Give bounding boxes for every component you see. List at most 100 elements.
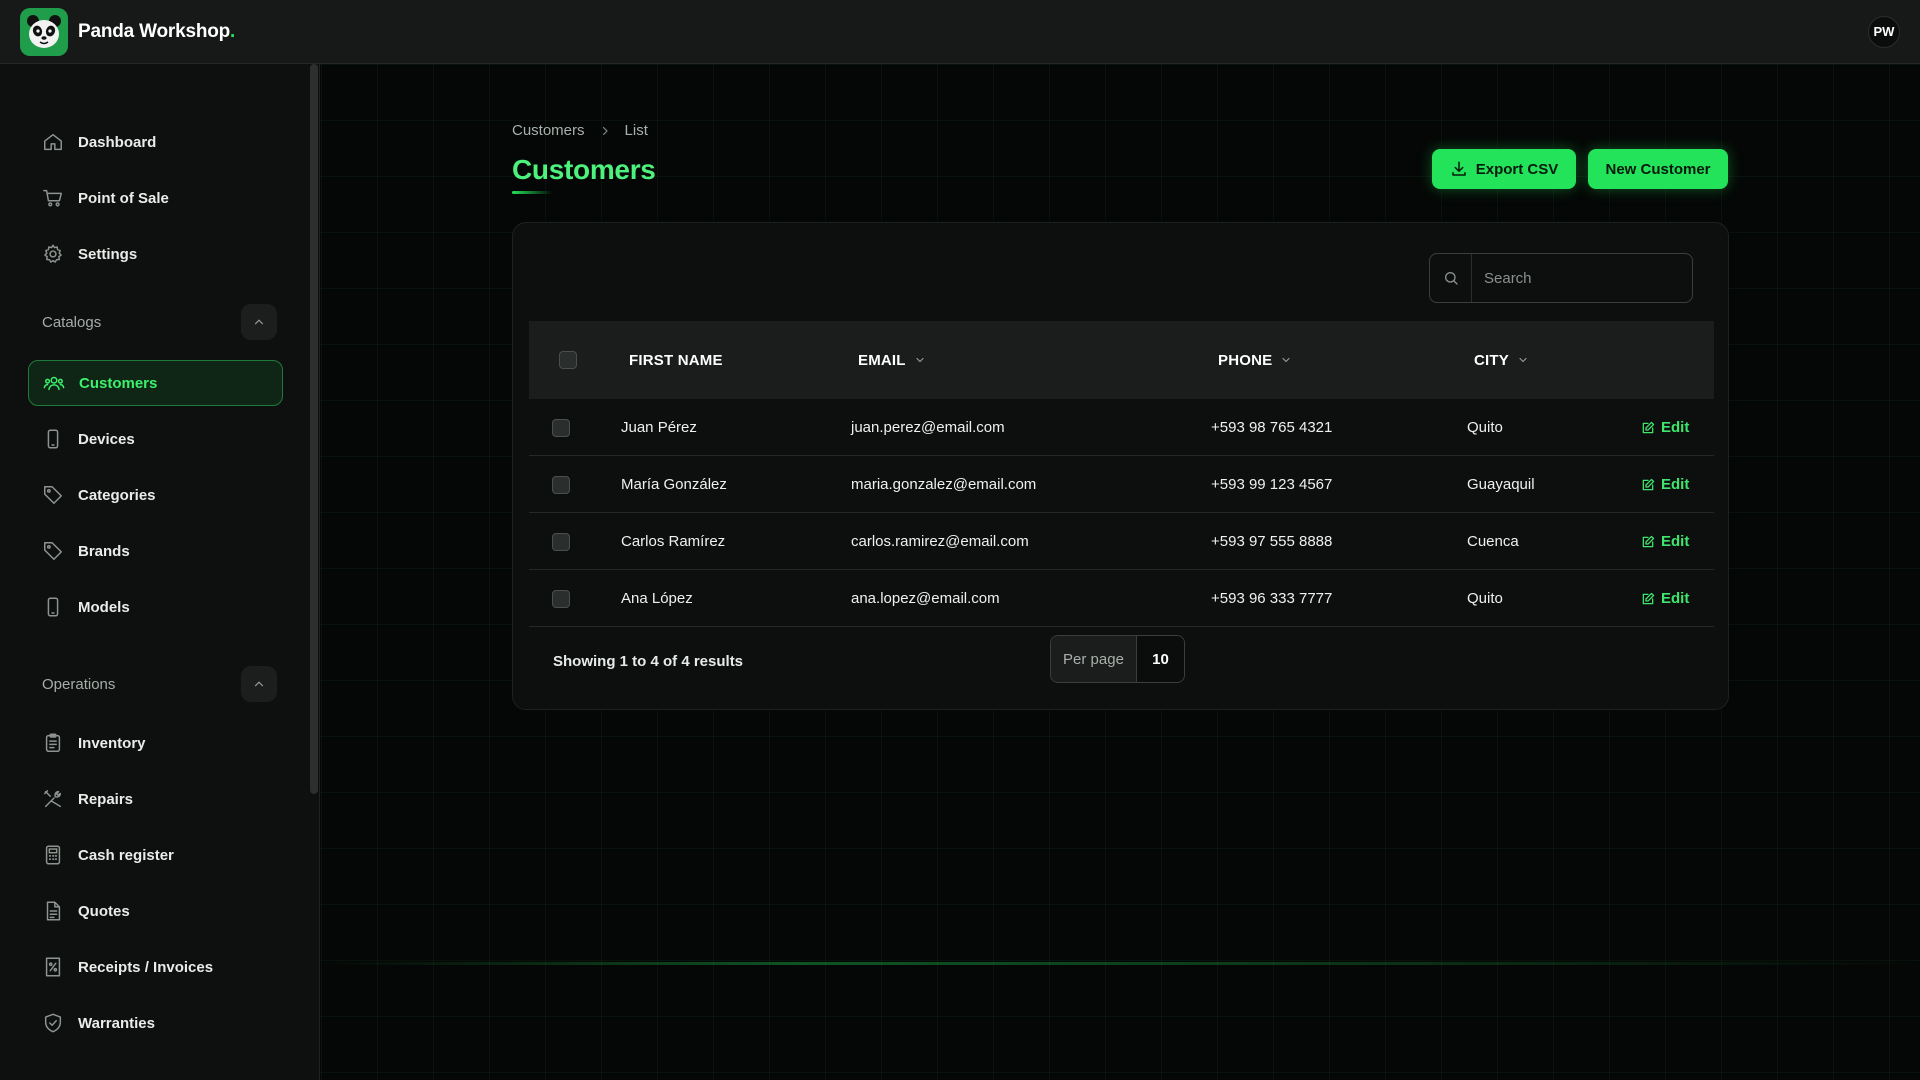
sidebar-item-label: Brands: [78, 542, 130, 560]
export-csv-label: Export CSV: [1475, 160, 1559, 178]
title-underline: [512, 191, 552, 194]
first-name-cell: María González: [621, 476, 727, 493]
row-checkbox[interactable]: [552, 532, 570, 551]
row-checkbox-cell: [552, 399, 570, 456]
edit-cell: Edit: [1641, 456, 1689, 513]
sidebar-item-warranties[interactable]: Warranties: [28, 1000, 283, 1046]
catalogs-section-header[interactable]: Catalogs: [42, 304, 277, 340]
section-label: Catalogs: [42, 313, 102, 331]
column-header-first-name: FIRST NAME: [629, 352, 723, 369]
brand[interactable]: Panda Workshop.: [20, 7, 235, 56]
section-label: Operations: [42, 675, 116, 693]
sidebar-item-receipts-invoices[interactable]: Receipts / Invoices: [28, 944, 283, 990]
per-page-value[interactable]: 10: [1136, 636, 1184, 682]
sidebar: Dashboard Point of Sale Settings Catalog…: [0, 64, 320, 1080]
chevron-up-icon: [254, 681, 264, 687]
sidebar-item-label: Dashboard: [78, 133, 157, 151]
select-all-checkbox-cell: [559, 351, 577, 369]
sidebar-item-label: Models: [78, 598, 130, 616]
sidebar-item-inventory[interactable]: Inventory: [28, 720, 283, 766]
edit-cell: Edit: [1641, 513, 1689, 570]
sidebar-item-label: Receipts / Invoices: [78, 958, 214, 976]
export-csv-button[interactable]: Export CSV: [1432, 149, 1576, 189]
city-cell: Guayaquil: [1467, 476, 1535, 493]
gear-icon: [44, 244, 62, 263]
sidebar-scrollbar[interactable]: [310, 64, 318, 794]
collapse-operations-button[interactable]: [241, 666, 277, 702]
sidebar-item-label: Warranties: [78, 1014, 155, 1032]
clipboard-icon: [45, 733, 61, 752]
breadcrumb-link-customers[interactable]: Customers: [512, 122, 585, 139]
row-checkbox[interactable]: [552, 418, 570, 437]
customers-table-card: FIRST NAME EMAIL PHONE CITY Juan Pé: [512, 222, 1729, 710]
table-row: María González maria.gonzalez@email.com …: [529, 456, 1714, 513]
email-cell: maria.gonzalez@email.com: [851, 476, 1037, 493]
edit-cell: Edit: [1641, 399, 1689, 456]
smartphone-icon: [47, 429, 59, 449]
panda-logo-icon: [20, 7, 68, 56]
phone-cell: +593 96 333 7777: [1211, 590, 1333, 607]
table-row: Ana López ana.lopez@email.com +593 96 33…: [529, 570, 1714, 627]
chevron-down-icon: [916, 357, 924, 363]
sidebar-item-point-of-sale[interactable]: Point of Sale: [28, 175, 283, 221]
search-box: [1429, 253, 1693, 303]
new-customer-label: New Customer: [1605, 160, 1711, 178]
operations-section-header[interactable]: Operations: [42, 666, 277, 702]
cart-icon: [43, 189, 62, 207]
row-checkbox-cell: [552, 570, 570, 627]
row-checkbox[interactable]: [552, 589, 570, 608]
edit-cell: Edit: [1641, 570, 1689, 627]
email-cell: ana.lopez@email.com: [851, 590, 1000, 607]
phone-cell: +593 98 765 4321: [1211, 419, 1333, 436]
collapse-catalogs-button[interactable]: [241, 304, 277, 340]
tools-icon: [44, 790, 62, 808]
edit-label: Edit: [1661, 590, 1690, 607]
new-customer-button[interactable]: New Customer: [1588, 149, 1728, 189]
sidebar-item-repairs[interactable]: Repairs: [28, 776, 283, 822]
per-page-select[interactable]: Per page 10: [1050, 635, 1185, 683]
column-label: CITY: [1474, 351, 1509, 369]
sidebar-item-customers[interactable]: Customers: [28, 360, 283, 406]
sidebar-item-label: Point of Sale: [78, 189, 169, 207]
user-avatar[interactable]: PW: [1868, 15, 1900, 48]
sidebar-item-label: Categories: [78, 486, 156, 504]
edit-button[interactable]: Edit: [1641, 533, 1689, 550]
table-header: FIRST NAME EMAIL PHONE CITY: [529, 321, 1714, 399]
edit-button[interactable]: Edit: [1641, 419, 1689, 436]
edit-icon: [1642, 421, 1655, 433]
row-checkbox-cell: [552, 513, 570, 570]
sidebar-item-dashboard[interactable]: Dashboard: [28, 119, 283, 165]
column-label: EMAIL: [858, 351, 906, 369]
edit-button[interactable]: Edit: [1641, 476, 1689, 493]
smartphone-icon: [47, 597, 59, 617]
edit-button[interactable]: Edit: [1641, 590, 1689, 607]
sidebar-item-categories[interactable]: Categories: [28, 472, 283, 518]
document-icon: [46, 901, 61, 921]
edit-label: Edit: [1661, 476, 1690, 493]
sidebar-item-brands[interactable]: Brands: [28, 528, 283, 574]
customers-table: FIRST NAME EMAIL PHONE CITY Juan Pérez j…: [529, 321, 1714, 627]
sidebar-item-models[interactable]: Models: [28, 584, 283, 630]
sidebar-item-settings[interactable]: Settings: [28, 231, 283, 277]
select-all-checkbox[interactable]: [559, 351, 577, 369]
sidebar-item-cash-register[interactable]: Cash register: [28, 832, 283, 878]
decorative-glow-line: [321, 962, 1920, 965]
main-content: Customers List Customers Export CSV New …: [321, 64, 1920, 1080]
column-header-city[interactable]: CITY: [1474, 352, 1529, 369]
sidebar-item-label: Cash register: [78, 846, 174, 864]
row-checkbox[interactable]: [552, 475, 570, 494]
tag-icon: [44, 542, 62, 560]
edit-label: Edit: [1661, 533, 1690, 550]
sidebar-item-devices[interactable]: Devices: [28, 416, 283, 462]
sidebar-item-label: Repairs: [78, 790, 134, 808]
calculator-icon: [45, 845, 61, 865]
sidebar-item-label: Inventory: [78, 734, 146, 752]
sidebar-item-quotes[interactable]: Quotes: [28, 888, 283, 934]
sidebar-item-label: Customers: [79, 374, 158, 392]
column-header-email[interactable]: EMAIL: [858, 352, 926, 369]
edit-label: Edit: [1661, 419, 1690, 436]
search-input[interactable]: [1472, 254, 1692, 302]
results-summary: Showing 1 to 4 of 4 results: [553, 653, 744, 670]
column-header-phone[interactable]: PHONE: [1218, 352, 1292, 369]
city-cell: Quito: [1467, 419, 1503, 436]
